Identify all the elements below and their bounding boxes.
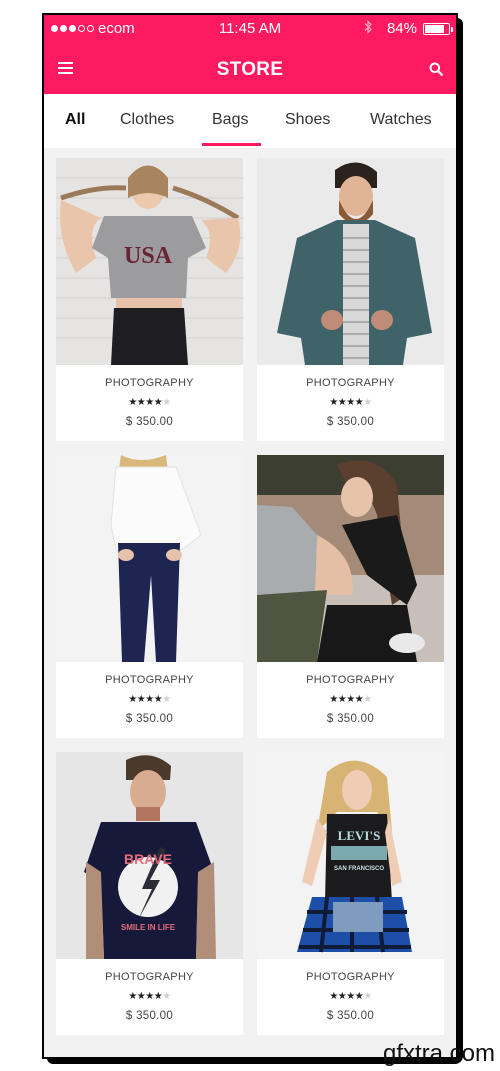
star-filled-icon: ★ <box>153 991 163 1002</box>
battery-level-fill <box>425 24 445 33</box>
tab-clothes[interactable]: Clothes <box>120 111 174 129</box>
star-filled-icon: ★ <box>153 694 163 705</box>
star-rating: ★★★★★ <box>56 694 243 705</box>
star-filled-icon: ★ <box>354 694 364 705</box>
shirt-text: USA <box>124 243 173 269</box>
product-category: PHOTOGRAPHY <box>105 971 194 983</box>
star-empty-icon: ★ <box>162 991 171 1002</box>
star-filled-icon: ★ <box>136 397 146 408</box>
battery-icon <box>423 22 453 35</box>
shirt-text: BRAVE <box>124 851 172 867</box>
star-filled-icon: ★ <box>136 694 146 705</box>
product-category: PHOTOGRAPHY <box>105 674 194 686</box>
star-filled-icon: ★ <box>329 694 338 705</box>
product-card[interactable]: PHOTOGRAPHY ★★★★★ $ 350.00 <box>257 158 444 441</box>
tab-watches[interactable]: Watches <box>370 111 432 129</box>
product-price: $ 350.00 <box>326 416 375 428</box>
star-filled-icon: ★ <box>346 397 355 408</box>
product-card[interactable]: PHOTOGRAPHY ★★★★★ $ 350.00 <box>56 455 243 738</box>
star-empty-icon: ★ <box>162 694 171 705</box>
product-image <box>56 455 243 662</box>
product-image: BRAVE SMILE IN LIFE <box>56 752 243 959</box>
star-rating: ★★★★★ <box>56 397 243 408</box>
search-icon[interactable] <box>429 62 443 76</box>
product-card[interactable]: BRAVE SMILE IN LIFE PHOTOGRAPHY ★★★★★ $ … <box>56 752 243 1035</box>
star-filled-icon: ★ <box>346 694 355 705</box>
star-rating: ★★★★★ <box>56 991 243 1002</box>
star-rating: ★★★★★ <box>257 991 444 1002</box>
status-right-group: 84% <box>364 19 453 37</box>
tab-bags[interactable]: Bags <box>212 111 248 129</box>
product-info: PHOTOGRAPHY ★★★★★ $ 350.00 <box>56 959 243 1035</box>
battery-percent: 84% <box>386 20 417 37</box>
star-filled-icon: ★ <box>128 694 137 705</box>
bluetooth-icon <box>364 19 373 37</box>
product-category: PHOTOGRAPHY <box>306 971 395 983</box>
shirt-text: SMILE IN LIFE <box>121 923 176 932</box>
product-category: PHOTOGRAPHY <box>105 377 194 389</box>
tab-all[interactable]: All <box>65 111 85 129</box>
product-price: $ 350.00 <box>326 1010 375 1022</box>
star-empty-icon: ★ <box>363 397 372 408</box>
star-filled-icon: ★ <box>337 397 347 408</box>
product-image <box>257 455 444 662</box>
star-filled-icon: ★ <box>145 694 154 705</box>
product-image <box>257 158 444 365</box>
page-title: STORE <box>216 59 284 80</box>
star-empty-icon: ★ <box>162 397 171 408</box>
battery-tip <box>451 26 453 32</box>
star-filled-icon: ★ <box>337 991 347 1002</box>
phone-screen: ecom 11:45 AM 84% STORE All Clothes Bags… <box>42 13 458 1059</box>
product-card[interactable]: USA PHOTOGRAPHY ★★★★★ $ 350.00 <box>56 158 243 441</box>
status-bar: ecom 11:45 AM 84% <box>44 15 456 43</box>
shirt-text: SAN FRANCISCO <box>334 866 384 872</box>
active-tab-indicator <box>202 143 261 146</box>
star-filled-icon: ★ <box>346 991 355 1002</box>
star-filled-icon: ★ <box>145 397 154 408</box>
star-filled-icon: ★ <box>354 991 364 1002</box>
product-info: PHOTOGRAPHY ★★★★★ $ 350.00 <box>257 959 444 1035</box>
product-image: LEVI'S SAN FRANCISCO <box>257 752 444 959</box>
shirt-text: LEVI'S <box>338 828 381 843</box>
product-info: PHOTOGRAPHY ★★★★★ $ 350.00 <box>257 365 444 441</box>
product-image: USA <box>56 158 243 365</box>
product-info: PHOTOGRAPHY ★★★★★ $ 350.00 <box>56 662 243 738</box>
category-tabs: All Clothes Bags Shoes Watches <box>44 94 456 148</box>
star-filled-icon: ★ <box>329 397 338 408</box>
product-card[interactable]: LEVI'S SAN FRANCISCO PHOTOGRAPHY ★★★★★ $… <box>257 752 444 1035</box>
product-price: $ 350.00 <box>125 1010 174 1022</box>
star-rating: ★★★★★ <box>257 397 444 408</box>
product-info: PHOTOGRAPHY ★★★★★ $ 350.00 <box>257 662 444 738</box>
product-price: $ 350.00 <box>125 416 174 428</box>
product-info: PHOTOGRAPHY ★★★★★ $ 350.00 <box>56 365 243 441</box>
product-category: PHOTOGRAPHY <box>306 377 395 389</box>
star-empty-icon: ★ <box>363 694 372 705</box>
product-card[interactable]: PHOTOGRAPHY ★★★★★ $ 350.00 <box>257 455 444 738</box>
star-filled-icon: ★ <box>145 991 154 1002</box>
tab-shoes[interactable]: Shoes <box>285 111 330 129</box>
star-filled-icon: ★ <box>354 397 364 408</box>
star-filled-icon: ★ <box>337 694 347 705</box>
star-filled-icon: ★ <box>128 397 137 408</box>
product-category: PHOTOGRAPHY <box>306 674 395 686</box>
star-filled-icon: ★ <box>136 991 146 1002</box>
app-header: ecom 11:45 AM 84% STORE <box>44 15 456 94</box>
star-filled-icon: ★ <box>128 991 137 1002</box>
product-price: $ 350.00 <box>125 713 174 725</box>
star-filled-icon: ★ <box>329 991 338 1002</box>
title-bar: STORE <box>44 43 456 94</box>
watermark: gfxtra.com <box>382 1040 495 1067</box>
star-filled-icon: ★ <box>153 397 163 408</box>
product-price: $ 350.00 <box>326 713 375 725</box>
star-empty-icon: ★ <box>363 991 372 1002</box>
star-rating: ★★★★★ <box>257 694 444 705</box>
